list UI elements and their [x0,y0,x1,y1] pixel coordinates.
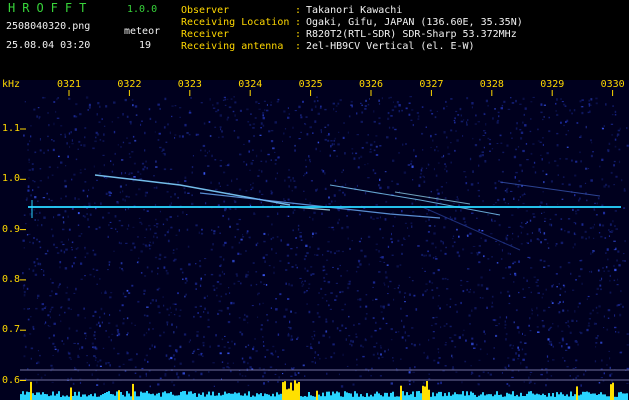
time-tick-label: 0327 [419,79,444,90]
time-tick-label: 0330 [600,79,625,90]
time-tick-label: 0328 [479,79,504,90]
meteor-count: 19 [139,40,152,51]
antenna-value: 2el-HB9CV Vertical (el. E-W) [306,41,475,52]
time-tick-label: 0323 [177,79,202,90]
time-tick-label: 0321 [57,79,82,90]
location-key: Receiving Location [181,17,290,28]
antenna-sep: : [295,41,302,52]
time-tick-label: 0326 [359,79,384,90]
location-sep: : [295,17,302,28]
spectrogram-background [0,80,629,400]
observer-key: Observer [181,5,230,16]
receiver-value: R820T2(RTL-SDR) SDR-Sharp 53.372MHz [306,29,517,40]
freq-tick-label: 1.1 [2,123,21,134]
freq-tick-label: 0.6 [2,374,21,386]
app-version: 1.0.0 [127,4,158,15]
app-title: HROFFT [8,1,94,15]
freq-tick-label: 1.0 [2,173,21,185]
meteor-label: meteor [124,26,161,37]
freq-unit-label: kHz [2,79,21,90]
observer-value: Takanori Kawachi [306,5,403,16]
antenna-key: Receiving antenna [181,41,284,52]
receiver-sep: : [295,29,302,40]
freq-tick-label: 0.9 [2,223,21,235]
observer-sep: : [295,5,302,16]
location-value: Ogaki, Gifu, JAPAN (136.60E, 35.35N) [306,17,523,28]
receiver-key: Receiver [181,29,230,40]
time-tick-label: 0329 [540,79,565,90]
time-tick-label: 0322 [117,79,142,90]
freq-tick-label: 0.7 [2,324,21,336]
freq-tick-label: 0.8 [2,273,21,285]
time-tick-label: 0325 [298,79,323,90]
timestamp: 25.08.04 03:20 [6,40,91,51]
time-tick-label: 0324 [238,79,263,90]
file-name: 2508040320.png [6,21,91,32]
spectrogram-plot [0,80,629,400]
